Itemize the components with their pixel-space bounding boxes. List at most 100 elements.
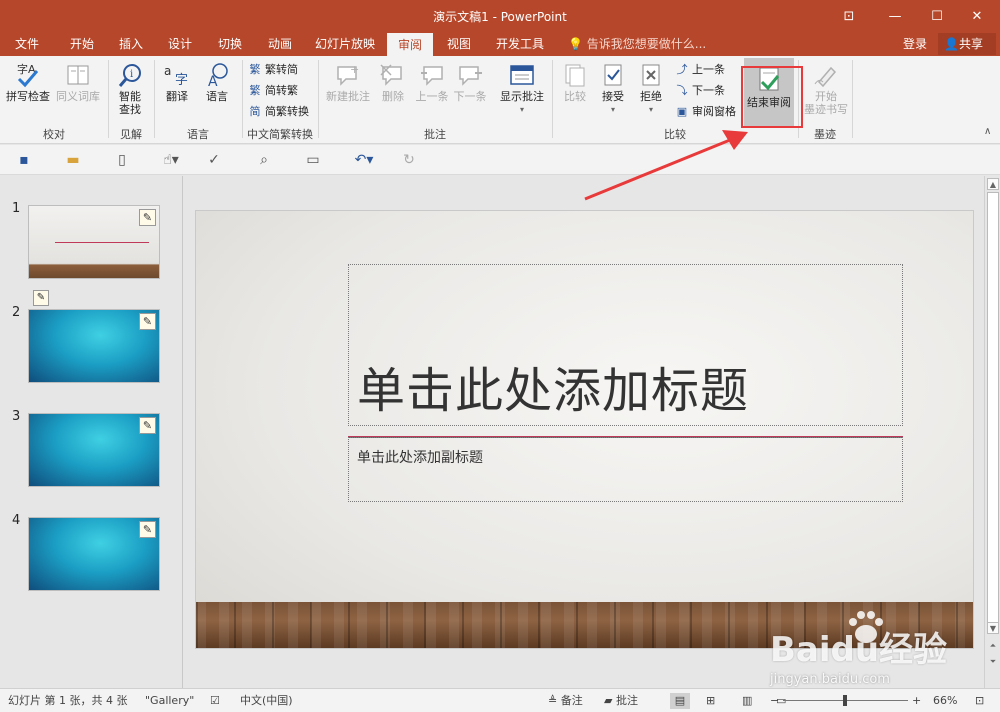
undo-icon[interactable]: ↶▾ <box>350 151 378 169</box>
close-button[interactable]: ✕ <box>954 0 1000 32</box>
next-slide-icon[interactable]: ⏷ <box>987 656 999 668</box>
scroll-thumb[interactable] <box>987 192 999 632</box>
zoom-level[interactable]: 66% <box>933 693 957 709</box>
translate-button[interactable]: a字 翻译 <box>158 62 196 103</box>
tab-insert[interactable]: 插入 <box>110 32 152 56</box>
vertical-scrollbar[interactable]: ▲ ▼ ⏶ ⏷ <box>984 176 1000 688</box>
lightbulb-icon: 💡 <box>568 37 583 51</box>
spelling-check-button[interactable]: 字A 拼写检查 <box>5 62 51 103</box>
comment-icon[interactable]: ✎ <box>139 521 156 538</box>
tab-home[interactable]: 开始 <box>60 32 104 56</box>
language-status[interactable]: 中文(中国) <box>240 693 293 709</box>
slide-thumbnail-3[interactable]: ✎ <box>28 413 160 487</box>
title-placeholder[interactable]: 单击此处添加标题 <box>348 264 903 426</box>
subtitle-placeholder-text: 单击此处添加副标题 <box>357 450 483 466</box>
traditional-to-simplified-button[interactable]: 繁繁转简 <box>248 60 299 80</box>
proofing-status-icon[interactable]: ☑ <box>210 693 220 709</box>
comment-icon[interactable]: ✎ <box>139 209 156 226</box>
group-label-compare: 比较 <box>664 128 686 141</box>
slide-sorter-icon[interactable]: ⊞ <box>706 693 715 709</box>
group-separator <box>852 60 853 138</box>
compare-button[interactable]: 比较 <box>558 62 592 103</box>
notes-button[interactable]: ≜ 备注 <box>548 693 583 709</box>
next-comment-button[interactable]: 下一条 <box>452 62 488 103</box>
simplified-to-traditional-label: 简转繁 <box>265 84 298 97</box>
accept-button[interactable]: 接受 ▾ <box>596 62 630 116</box>
ribbon-display-options-button[interactable]: ⊡ <box>826 0 872 32</box>
share-button[interactable]: 👤共享 <box>938 33 996 55</box>
language-label: 语言 <box>206 90 228 103</box>
slide-thumbnail-4[interactable]: ✎ <box>28 517 160 591</box>
start-inking-label-2: 墨迹书写 <box>804 103 848 116</box>
print-preview-icon[interactable]: ⌕ <box>255 151 273 169</box>
previous-change-button[interactable]: ⤴ 上一条 <box>675 60 726 80</box>
smart-lookup-label-1: 智能 <box>119 90 141 103</box>
sign-in-link[interactable]: 登录 <box>903 32 927 56</box>
tab-developer[interactable]: 开发工具 <box>488 32 552 56</box>
redo-icon[interactable]: ↻ <box>400 151 418 169</box>
ribbon-display-icon: ⊡ <box>843 8 855 24</box>
slide-thumbnail-1[interactable]: ✎ <box>28 205 160 279</box>
tell-me-box[interactable]: 💡 告诉我您想要做什么... <box>568 32 706 56</box>
open-folder-icon[interactable]: ▬ <box>64 151 82 169</box>
tab-file[interactable]: 文件 <box>6 32 48 56</box>
zoom-in-icon[interactable]: + <box>912 693 921 709</box>
smart-lookup-button[interactable]: i 智能 查找 <box>112 62 148 116</box>
fit-to-window-icon[interactable]: ⊡ <box>975 693 984 709</box>
thesaurus-icon <box>67 65 89 85</box>
chevron-down-icon: ▾ <box>610 105 615 114</box>
next-comment-icon <box>459 66 482 86</box>
scroll-down-icon[interactable]: ▼ <box>987 622 999 634</box>
show-comments-button[interactable]: 显示批注 ▾ <box>496 62 548 116</box>
thesaurus-button[interactable]: 同义词库 <box>54 62 102 103</box>
tab-design[interactable]: 设计 <box>158 32 202 56</box>
start-inking-button[interactable]: 开始 墨迹书写 <box>802 62 850 116</box>
new-file-icon[interactable]: ▯ <box>113 151 131 169</box>
language-button[interactable]: A 语言 <box>198 62 236 103</box>
compare-icon <box>565 64 585 87</box>
previous-comment-button[interactable]: 上一条 <box>414 62 450 103</box>
slideshow-icon[interactable]: ▭ <box>304 151 322 169</box>
tab-review[interactable]: 审阅 <box>387 33 433 56</box>
zoom-out-icon[interactable]: − <box>770 693 779 709</box>
reviewing-pane-button[interactable]: ▣ 审阅窗格 <box>675 102 736 122</box>
group-label-chinese-conversion: 中文简繁转换 <box>247 128 313 141</box>
spelling-check-label: 拼写检查 <box>6 90 50 103</box>
delete-comment-icon <box>380 64 402 86</box>
comments-label: 批注 <box>615 694 638 707</box>
simplified-to-traditional-button[interactable]: 繁简转繁 <box>248 81 299 101</box>
spelling-icon[interactable]: ✓ <box>205 151 223 169</box>
comment-icon[interactable]: ✎ <box>139 417 156 434</box>
slide-thumbnail-2[interactable]: ✎ <box>28 309 160 383</box>
new-comment-button[interactable]: + 新建批注 <box>322 62 374 103</box>
slide-number: 2 <box>12 305 21 320</box>
subtitle-placeholder[interactable]: 单击此处添加副标题 <box>348 437 903 502</box>
ribbon-tabs: 文件 开始 插入 设计 切换 动画 幻灯片放映 审阅 视图 开发工具 💡 告诉我… <box>0 32 1000 56</box>
reject-button[interactable]: 拒绝 ▾ <box>634 62 668 116</box>
tab-view[interactable]: 视图 <box>438 32 480 56</box>
reading-view-icon[interactable]: ▥ <box>742 693 752 709</box>
previous-comment-icon <box>421 66 443 86</box>
previous-slide-icon[interactable]: ⏶ <box>987 640 999 652</box>
scroll-up-icon[interactable]: ▲ <box>987 178 999 190</box>
touch-mode-icon[interactable]: ☝▾ <box>158 151 184 169</box>
comment-icon[interactable]: ✎ <box>139 313 156 330</box>
minimize-button[interactable]: — <box>872 0 918 32</box>
zoom-slider-thumb[interactable] <box>843 695 847 706</box>
comments-button[interactable]: ▰ 批注 <box>604 693 638 709</box>
next-change-button[interactable]: ⤵ 下一条 <box>675 81 726 101</box>
chinese-conversion-button[interactable]: 简简繁转换 <box>248 102 310 122</box>
comment-marker-icon[interactable]: ✎ <box>33 290 49 306</box>
new-comment-icon: + <box>337 63 359 86</box>
maximize-icon: ☐ <box>931 8 943 24</box>
collapse-ribbon-icon[interactable]: ∧ <box>984 126 991 137</box>
new-comment-label: 新建批注 <box>326 90 370 103</box>
tab-animations[interactable]: 动画 <box>258 32 302 56</box>
tab-transitions[interactable]: 切换 <box>208 32 252 56</box>
normal-view-icon[interactable]: ▤ <box>670 693 690 709</box>
tab-slideshow[interactable]: 幻灯片放映 <box>308 32 382 56</box>
chevron-down-icon: ▾ <box>519 105 524 114</box>
language-icon: A <box>208 63 228 88</box>
delete-comment-button[interactable]: 删除 <box>376 62 410 103</box>
save-icon[interactable]: ▪ <box>15 151 33 169</box>
